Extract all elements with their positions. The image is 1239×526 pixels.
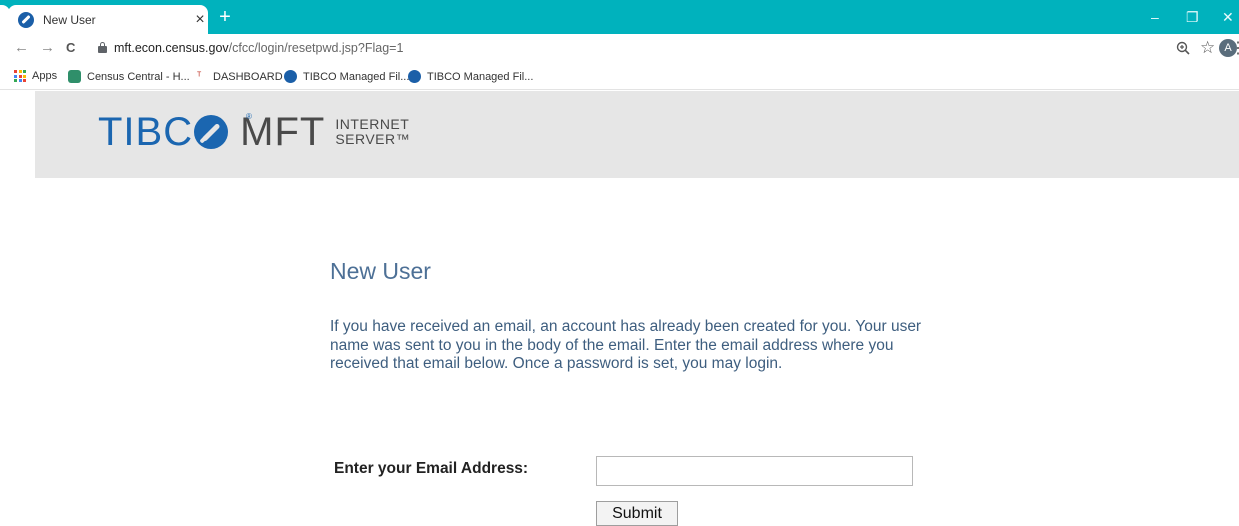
bookmark-star-icon[interactable]: ☆ <box>1200 38 1215 58</box>
url-path: /cfcc/login/resetpwd.jsp?Flag=1 <box>228 41 404 55</box>
bookmark-label: TIBCO Managed Fil... <box>427 70 534 83</box>
close-window-icon[interactable]: ✕ <box>1222 9 1234 25</box>
email-field[interactable] <box>596 456 913 486</box>
tab-close-icon[interactable]: × <box>193 11 207 27</box>
dashboard-icon: ᵀ <box>197 71 202 82</box>
bookmark-apps[interactable]: Apps <box>14 70 57 82</box>
page-title: New User <box>330 258 431 284</box>
bookmark-tibco-1[interactable]: TIBCO Managed Fil... <box>284 70 409 83</box>
url-host: mft.econ.census.gov <box>114 41 229 55</box>
logo-subtitle: INTERNET SERVER™ <box>335 117 410 147</box>
apps-grid-icon <box>14 70 26 82</box>
zoom-icon[interactable] <box>1176 41 1190 55</box>
bookmark-census-central[interactable]: Census Central - H... <box>68 70 190 83</box>
bookmark-tibco-2[interactable]: TIBCO Managed Fil... <box>408 70 533 83</box>
tibco-icon <box>408 70 421 83</box>
menu-dots-icon[interactable]: ⋮ <box>1230 38 1239 58</box>
forward-icon[interactable]: → <box>40 40 55 56</box>
tab-title: New User <box>43 12 96 27</box>
bookmark-label: TIBCO Managed Fil... <box>303 70 410 83</box>
maximize-icon[interactable]: ❐ <box>1186 9 1199 25</box>
minimize-icon[interactable]: – <box>1151 9 1159 25</box>
logo-sub-line1: INTERNET <box>335 116 410 132</box>
new-tab-button[interactable]: + <box>214 6 236 28</box>
logo-registered: ® <box>246 112 252 121</box>
logo-sub-line2: SERVER™ <box>335 131 411 147</box>
submit-button[interactable]: Submit <box>596 501 678 526</box>
back-icon[interactable]: ← <box>14 40 29 56</box>
logo-mft-text: MFT <box>240 109 326 154</box>
reload-icon[interactable]: C <box>66 40 75 56</box>
tibco-ball-icon <box>194 115 229 149</box>
bookmark-label: Census Central - H... <box>87 70 190 83</box>
browser-tab[interactable]: New User × <box>8 5 208 34</box>
bookmark-label: DASHBOARD <box>213 70 283 83</box>
intro-text: If you have received an email, an accoun… <box>330 318 922 372</box>
tibco-icon <box>284 70 297 83</box>
census-icon <box>68 70 81 83</box>
bookmark-dashboard[interactable]: ᵀ DASHBOARD <box>197 70 283 83</box>
bookmark-label: Apps <box>32 70 58 82</box>
logo-tibco-text: TIBC <box>98 109 194 154</box>
tibco-favicon-icon <box>18 11 34 28</box>
address-bar[interactable]: mft.econ.census.gov/cfcc/login/resetpwd.… <box>114 41 403 55</box>
email-label: Enter your Email Address: <box>334 460 529 477</box>
tibco-mft-logo: TIBC ® MFT INTERNET SERVER™ <box>98 108 410 156</box>
lock-icon[interactable] <box>98 42 107 53</box>
